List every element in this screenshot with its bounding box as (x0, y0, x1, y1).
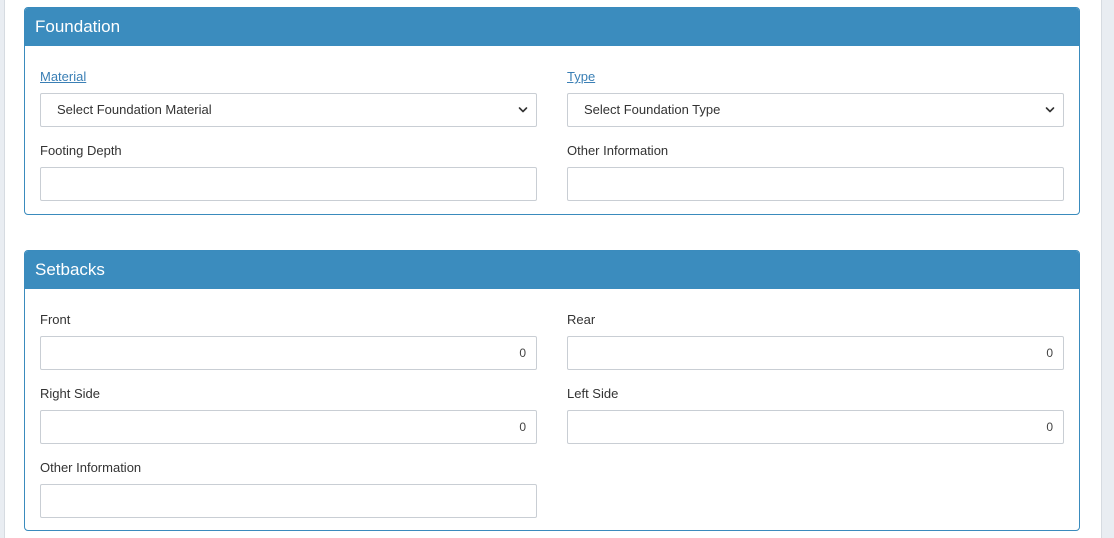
material-field: Material Select Foundation Material (40, 68, 537, 127)
foundation-material-select[interactable]: Select Foundation Material (40, 93, 537, 127)
footing-depth-label: Footing Depth (40, 143, 122, 158)
setbacks-other-information-input[interactable] (40, 484, 537, 518)
left-side-label: Left Side (567, 386, 619, 401)
foundation-panel-title: Foundation (25, 8, 1079, 46)
setbacks-other-information-field: Other Information (40, 459, 537, 518)
right-side-label: Right Side (40, 386, 100, 401)
foundation-other-information-input[interactable] (567, 167, 1064, 201)
chevron-down-icon (518, 107, 528, 113)
foundation-type-select[interactable]: Select Foundation Type (567, 93, 1064, 127)
rear-label: Rear (567, 312, 596, 327)
footing-depth-input[interactable] (40, 167, 537, 201)
front-label: Front (40, 312, 71, 327)
setbacks-panel-title: Setbacks (25, 251, 1079, 289)
right-side-input[interactable] (40, 410, 537, 444)
right-side-field: Right Side (40, 385, 537, 444)
foundation-material-selected: Select Foundation Material (57, 102, 212, 117)
left-side-field: Left Side (567, 385, 1064, 444)
foundation-panel: Foundation Material Select Foundation Ma… (24, 7, 1080, 215)
type-label-link[interactable]: Type (567, 68, 1064, 86)
setbacks-panel: Setbacks Front Rear Right Side Left Side… (24, 250, 1080, 531)
rear-field: Rear (567, 311, 1064, 370)
rear-input[interactable] (567, 336, 1064, 370)
setbacks-other-information-label: Other Information (40, 460, 142, 475)
left-side-input[interactable] (567, 410, 1064, 444)
foundation-other-information-field: Other Information (567, 142, 1064, 201)
foundation-type-selected: Select Foundation Type (584, 102, 721, 117)
footing-depth-field: Footing Depth (40, 142, 537, 201)
foundation-other-information-label: Other Information (567, 143, 669, 158)
material-label-link[interactable]: Material (40, 68, 537, 86)
chevron-down-icon (1045, 107, 1055, 113)
front-input[interactable] (40, 336, 537, 370)
type-field: Type Select Foundation Type (567, 68, 1064, 127)
front-field: Front (40, 311, 537, 370)
